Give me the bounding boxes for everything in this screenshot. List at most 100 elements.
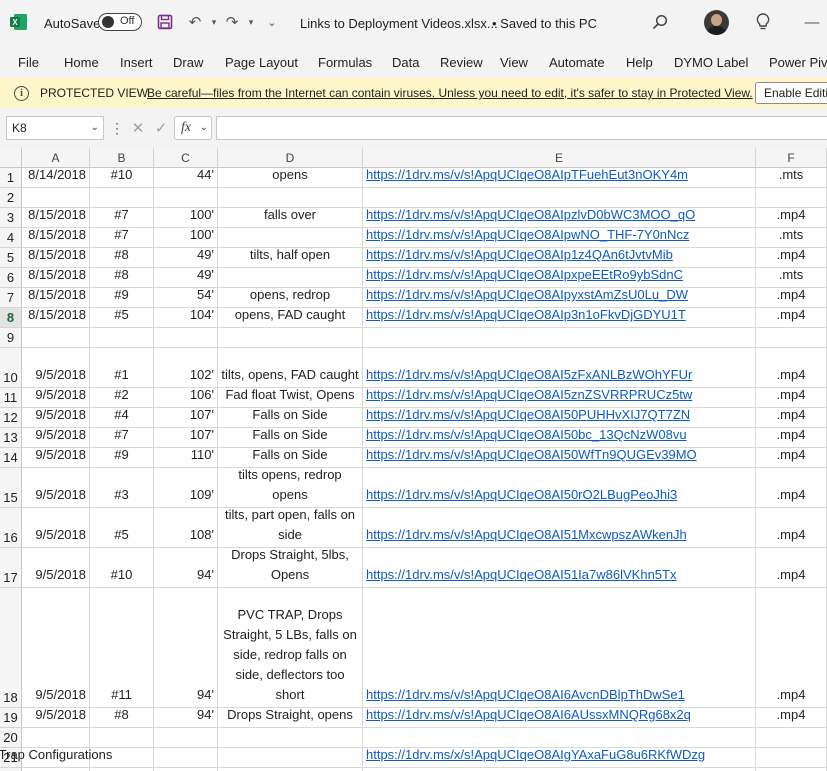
cell-c18[interactable]: 94' — [154, 588, 218, 708]
lightbulb-icon[interactable] — [753, 12, 773, 32]
cell-d1[interactable]: opens — [218, 167, 363, 188]
cell-c15[interactable]: 109' — [154, 468, 218, 508]
cell-a21[interactable]: Trap Configurations — [0, 747, 112, 768]
cell-a19[interactable]: 9/5/2018 — [22, 707, 90, 728]
cell-a9[interactable] — [22, 328, 90, 348]
video-link[interactable]: https://1drv.ms/v/s!ApqUCIqeO8AI51Ia7w86… — [366, 565, 676, 585]
cell-f10[interactable]: .mp4 — [756, 348, 827, 388]
cell-c19[interactable]: 94' — [154, 707, 218, 728]
tab-help[interactable]: Help — [626, 46, 653, 78]
row-header[interactable]: 19 — [0, 708, 22, 728]
video-link[interactable]: https://1drv.ms/v/s!ApqUCIqeO8AIpyxstAmZ… — [366, 285, 688, 305]
cell-b1[interactable]: #10 — [90, 167, 154, 188]
cell-a8[interactable]: 8/15/2018 — [22, 307, 90, 328]
chevron-down-icon[interactable]: ⌄ — [200, 117, 208, 139]
cell-e9[interactable] — [363, 328, 756, 348]
undo-dropdown-icon[interactable]: ▾ — [204, 12, 224, 32]
video-link[interactable]: https://1drv.ms/x/s!ApqUCIqeO8AIgYAxaFuG… — [366, 745, 705, 765]
video-link[interactable]: https://1drv.ms/v/s!ApqUCIqeO8AI51Mxcwps… — [366, 525, 687, 545]
name-box[interactable]: K8 ⌄ — [6, 116, 104, 140]
cell-e8[interactable]: https://1drv.ms/v/s!ApqUCIqeO8AIp3n1oFkv… — [363, 305, 756, 328]
row-header[interactable]: 16 — [0, 508, 22, 548]
user-avatar[interactable] — [704, 10, 729, 35]
document-title[interactable]: Links to Deployment Videos.xlsx... — [300, 0, 498, 46]
tab-formulas[interactable]: Formulas — [318, 46, 372, 78]
cell-c9[interactable] — [154, 328, 218, 348]
video-link[interactable]: https://1drv.ms/v/s!ApqUCIqeO8AI50PUHHvX… — [366, 405, 690, 425]
cell-c8[interactable]: 104' — [154, 307, 218, 328]
cell-d16[interactable]: tilts, part open, falls on side — [218, 507, 363, 548]
row-header[interactable]: 11 — [0, 388, 22, 408]
tab-data[interactable]: Data — [392, 46, 419, 78]
cell-e18[interactable]: https://1drv.ms/v/s!ApqUCIqeO8AI6AvcnDBl… — [363, 588, 756, 708]
cell-b8[interactable]: #5 — [90, 307, 154, 328]
row-header[interactable]: 18 — [0, 588, 22, 708]
cell-a15[interactable]: 9/5/2018 — [22, 468, 90, 508]
cell-e17[interactable]: https://1drv.ms/v/s!ApqUCIqeO8AI51Ia7w86… — [363, 548, 756, 588]
chevron-down-icon[interactable]: ⌄ — [91, 117, 99, 139]
cell-a16[interactable]: 9/5/2018 — [22, 508, 90, 548]
video-link[interactable]: https://1drv.ms/v/s!ApqUCIqeO8AI6AUssxMN… — [366, 705, 691, 725]
cell-c17[interactable]: 94' — [154, 548, 218, 588]
cell-b9[interactable] — [90, 328, 154, 348]
cell-e16[interactable]: https://1drv.ms/v/s!ApqUCIqeO8AI51Mxcwps… — [363, 508, 756, 548]
cell-c1[interactable]: 44' — [154, 167, 218, 188]
save-status[interactable]: • Saved to this PC — [492, 0, 597, 46]
cell-e15[interactable]: https://1drv.ms/v/s!ApqUCIqeO8AI50rO2LBu… — [363, 468, 756, 508]
video-link[interactable]: https://1drv.ms/v/s!ApqUCIqeO8AIp3n1oFkv… — [366, 305, 686, 325]
video-link[interactable]: https://1drv.ms/v/s!ApqUCIqeO8AIpTFuehEu… — [366, 165, 688, 185]
tab-file[interactable]: File — [18, 46, 39, 78]
cell-f18[interactable]: .mp4 — [756, 588, 827, 708]
video-link[interactable]: https://1drv.ms/v/s!ApqUCIqeO8AIp1z4QAn6… — [366, 245, 673, 265]
video-link[interactable]: https://1drv.ms/v/s!ApqUCIqeO8AI6AvcnDBl… — [366, 685, 685, 705]
cell-b19[interactable]: #8 — [90, 707, 154, 728]
tab-page-layout[interactable]: Page Layout — [225, 46, 298, 78]
autosave-toggle[interactable]: Off — [98, 13, 142, 31]
cell-d21[interactable] — [218, 748, 363, 768]
insert-function-button[interactable]: fx ⌄ — [174, 116, 212, 140]
cell-b17[interactable]: #10 — [90, 548, 154, 588]
cell-d9[interactable] — [218, 328, 363, 348]
cell-c16[interactable]: 108' — [154, 508, 218, 548]
cell-b10[interactable]: #1 — [90, 348, 154, 388]
row-header[interactable]: 10 — [0, 348, 22, 388]
tab-dymo-label[interactable]: DYMO Label — [674, 46, 748, 78]
redo-dropdown-icon[interactable]: ▾ — [241, 12, 261, 32]
tab-view[interactable]: View — [500, 46, 528, 78]
cell-d17[interactable]: Drops Straight, 5lbs, Opens — [218, 547, 363, 588]
enable-editing-button[interactable]: Enable Editing — [755, 82, 827, 104]
cell-f9[interactable] — [756, 328, 827, 348]
video-link[interactable]: https://1drv.ms/v/s!ApqUCIqeO8AIpxpeEEtR… — [366, 265, 683, 285]
row-header[interactable]: 3 — [0, 208, 22, 228]
cell-e1[interactable]: https://1drv.ms/v/s!ApqUCIqeO8AIpTFuehEu… — [363, 165, 756, 188]
cell-f19[interactable]: .mp4 — [756, 707, 827, 728]
cell-e14[interactable]: https://1drv.ms/v/s!ApqUCIqeO8AI50WfTn9Q… — [363, 447, 756, 468]
video-link[interactable]: https://1drv.ms/v/s!ApqUCIqeO8AI5znZSVRR… — [366, 385, 692, 405]
protected-view-message[interactable]: Be careful—files from the Internet can c… — [147, 78, 753, 108]
cell-d8[interactable]: opens, FAD caught — [218, 307, 363, 328]
cell-c21[interactable] — [154, 748, 218, 768]
tab-draw[interactable]: Draw — [173, 46, 203, 78]
tab-automate[interactable]: Automate — [549, 46, 605, 78]
cell-b18[interactable]: #11 — [90, 588, 154, 708]
cell-f1[interactable]: .mts — [756, 167, 827, 188]
cell-f21[interactable] — [756, 748, 827, 768]
tab-power-pivot[interactable]: Power Pivot — [769, 46, 827, 78]
cell-e19[interactable]: https://1drv.ms/v/s!ApqUCIqeO8AI6AUssxMN… — [363, 705, 756, 728]
cell-d20[interactable] — [218, 728, 363, 748]
cell-d5[interactable]: tilts, half open — [218, 247, 363, 268]
cell-d3[interactable]: falls over — [218, 207, 363, 228]
row-header[interactable]: 13 — [0, 428, 22, 448]
row-header[interactable]: 1 — [0, 168, 22, 188]
cell-c10[interactable]: 102' — [154, 348, 218, 388]
cell-f17[interactable]: .mp4 — [756, 548, 827, 588]
cell-d10[interactable]: tilts, opens, FAD caught — [218, 348, 363, 388]
cell-d15[interactable]: tilts opens, redrop opens — [218, 467, 363, 508]
formula-input[interactable] — [216, 116, 827, 140]
row-header[interactable]: 7 — [0, 288, 22, 308]
video-link[interactable]: https://1drv.ms/v/s!ApqUCIqeO8AI5zFxANLB… — [366, 365, 692, 385]
tab-insert[interactable]: Insert — [120, 46, 153, 78]
video-link[interactable]: https://1drv.ms/v/s!ApqUCIqeO8AI50rO2LBu… — [366, 485, 677, 505]
row-header[interactable]: 2 — [0, 188, 22, 208]
row-header[interactable]: 5 — [0, 248, 22, 268]
